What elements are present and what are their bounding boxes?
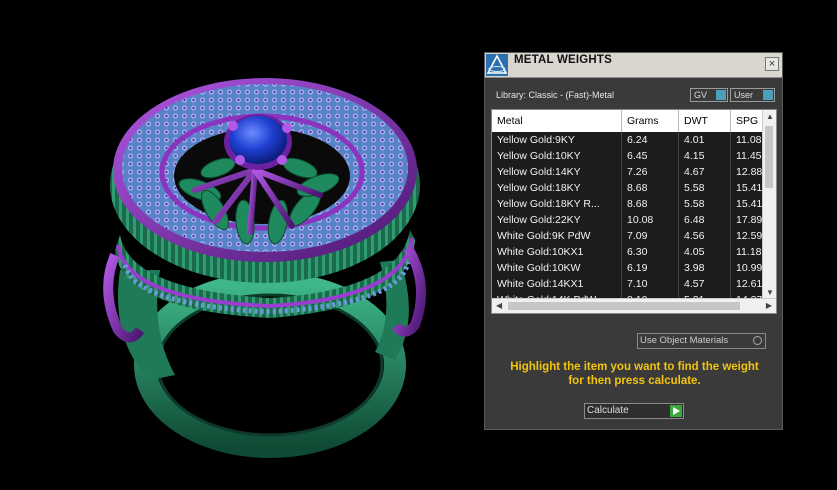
panel-title: METAL WEIGHTS [514,54,613,66]
table-row[interactable]: Yellow Gold:18KY R... 8.68 5.58 15.41 [492,196,764,212]
table-cell: White Gold:14KX1 [497,278,584,290]
table-header: Metal Grams DWT SPG [492,110,764,132]
column-header-dwt[interactable]: DWT [678,110,730,132]
table-cell: 7.10 [621,276,678,292]
table-cell: 4.01 [678,132,730,148]
table-row[interactable]: White Gold:9K PdW 7.09 4.56 12.59 [492,228,764,244]
table-cell: 6.48 [678,212,730,228]
use-object-materials-option[interactable]: Use Object Materials [637,333,766,349]
table-cell: 7.26 [621,164,678,180]
user-label: User [734,90,754,100]
table-cell: Yellow Gold:22KY [497,214,581,226]
table-cell: White Gold:9K PdW [497,230,591,242]
table-cell: 7.09 [621,228,678,244]
table-row[interactable]: White Gold:14KX1 7.10 4.57 12.61 [492,276,764,292]
horizontal-scrollbar[interactable]: ◀ ▶ [492,298,776,313]
table-row[interactable]: Yellow Gold:9KY 6.24 4.01 11.08 [492,132,764,148]
table-cell: 4.57 [678,276,730,292]
app-logo-icon [486,54,508,76]
scroll-down-icon[interactable]: ▼ [766,288,774,297]
panel-titlebar[interactable]: METAL WEIGHTS × [485,53,782,78]
table-cell: 4.67 [678,164,730,180]
instruction-line-2: for then press calculate. [568,374,701,387]
table-row[interactable]: Yellow Gold:10KY 6.45 4.15 11.45 [492,148,764,164]
table-cell: 4.15 [678,148,730,164]
table-cell: 6.24 [621,132,678,148]
play-icon [670,405,682,417]
scroll-up-icon[interactable]: ▲ [766,112,774,121]
table-row[interactable]: Yellow Gold:14KY 7.26 4.67 12.88 [492,164,764,180]
close-icon[interactable]: × [765,57,779,71]
table-row[interactable]: Yellow Gold:22KY 10.08 6.48 17.89 [492,212,764,228]
table-cell: Yellow Gold:18KY [497,182,581,194]
ring-render [103,78,427,458]
table-cell: Yellow Gold:9KY [497,134,575,146]
column-header-metal[interactable]: Metal [492,110,621,132]
table-cell: White Gold:10KX1 [497,246,584,258]
table-row[interactable]: White Gold:10KW 6.19 3.98 10.99 [492,260,764,276]
calculate-label: Calculate [587,405,629,416]
table-cell: 6.19 [621,260,678,276]
gv-label: GV [694,90,708,100]
instruction-text: Highlight the item you want to find the … [497,361,772,388]
use-object-materials-label: Use Object Materials [640,335,729,346]
library-label: Library: Classic - (Fast)-Metal [496,90,615,100]
table-cell: Yellow Gold:18KY R... [497,198,600,210]
table-cell: 10.08 [621,212,678,228]
table-cell: Yellow Gold:10KY [497,150,581,162]
table-cell: 8.68 [621,196,678,212]
table-cell: 6.30 [621,244,678,260]
metals-table[interactable]: Metal Grams DWT SPG Yellow Gold:9KY 6.24 4… [491,109,777,314]
viewport-3d[interactable] [0,0,480,490]
table-row[interactable]: Yellow Gold:18KY 8.68 5.58 15.41 [492,180,764,196]
scroll-right-icon[interactable]: ▶ [766,301,772,310]
toggle-knob-icon [763,90,773,100]
column-header-grams[interactable]: Grams [621,110,678,132]
table-cell: 4.56 [678,228,730,244]
table-cell: Yellow Gold:14KY [497,166,581,178]
toggle-knob-icon [716,90,726,100]
horizontal-scroll-thumb[interactable] [508,302,740,310]
table-cell: 8.68 [621,180,678,196]
table-cell: 4.05 [678,244,730,260]
table-cell: 3.98 [678,260,730,276]
table-cell: 6.45 [621,148,678,164]
vertical-scroll-thumb[interactable] [765,126,773,188]
table-cell: 5.58 [678,180,730,196]
gv-toggle[interactable]: GV [690,88,728,102]
table-row[interactable]: White Gold:10KX1 6.30 4.05 11.18 [492,244,764,260]
table-cell: White Gold:10KW [497,262,581,274]
metal-weights-panel: METAL WEIGHTS × Library: Classic - (Fast… [484,52,783,430]
table-cell: 5.58 [678,196,730,212]
instruction-line-1: Highlight the item you want to find the … [510,361,759,373]
scroll-left-icon[interactable]: ◀ [496,301,502,310]
radio-icon[interactable] [753,336,762,345]
user-toggle[interactable]: User [730,88,775,102]
vertical-scrollbar[interactable]: ▲ ▼ [762,110,776,299]
calculate-button[interactable]: Calculate [584,403,684,419]
